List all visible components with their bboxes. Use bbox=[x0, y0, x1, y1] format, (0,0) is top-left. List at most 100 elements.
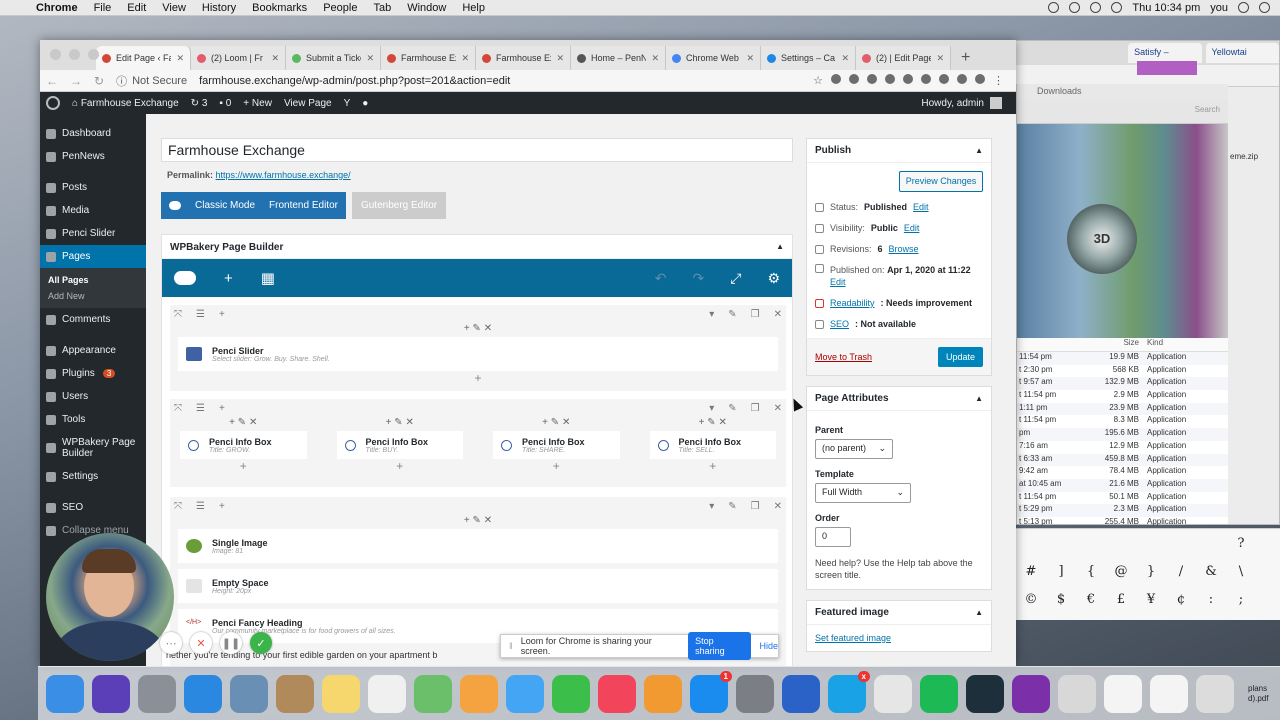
sidebar-item-seo[interactable]: SEO bbox=[40, 496, 146, 519]
row-add-icon[interactable]: + bbox=[219, 501, 225, 512]
sidebar-item-dashboard[interactable]: Dashboard bbox=[40, 122, 146, 145]
row-add-icon[interactable]: + bbox=[219, 403, 225, 414]
character-cell[interactable]: ¥ bbox=[1136, 585, 1166, 613]
character-cell[interactable]: \ bbox=[1226, 557, 1256, 585]
character-cell[interactable]: & bbox=[1196, 557, 1226, 585]
extension-icon[interactable] bbox=[957, 74, 967, 84]
safari-icon[interactable] bbox=[184, 674, 222, 713]
menu-file[interactable]: File bbox=[86, 2, 120, 14]
edit-status-link[interactable]: Edit bbox=[913, 201, 929, 213]
updates-count[interactable]: ↻ 3 bbox=[191, 98, 208, 109]
user-name[interactable]: you bbox=[1210, 2, 1228, 14]
preview-changes-button[interactable]: Preview Changes bbox=[899, 171, 983, 192]
menu-people[interactable]: People bbox=[315, 2, 365, 14]
extension-icon[interactable] bbox=[885, 74, 895, 84]
siri-icon[interactable] bbox=[92, 674, 130, 713]
chrome-icon[interactable] bbox=[874, 674, 912, 713]
redo-icon[interactable]: ↷ bbox=[693, 270, 705, 287]
skype-icon[interactable]: x bbox=[828, 670, 870, 713]
extension-icon[interactable] bbox=[903, 74, 913, 84]
preview-icon[interactable] bbox=[230, 674, 268, 713]
finder-icon[interactable] bbox=[46, 674, 84, 713]
sidebar-item-users[interactable]: Users bbox=[40, 385, 146, 408]
vpn-status-icon[interactable] bbox=[1048, 2, 1060, 13]
row-layout-icon[interactable]: ☰ bbox=[196, 403, 205, 414]
element-penci-slider[interactable]: Penci Slider Select slider: Grow. Buy. Sh… bbox=[178, 337, 778, 371]
yoast-icon[interactable]: Y bbox=[344, 98, 351, 109]
character-cell[interactable]: / bbox=[1166, 557, 1196, 585]
sidebar-item-wpbakery[interactable]: WPBakery Page Builder bbox=[40, 431, 146, 465]
row-toggle-icon[interactable]: ▾ bbox=[709, 501, 714, 512]
row-delete-icon[interactable]: ✕ bbox=[774, 501, 782, 512]
row-clone-icon[interactable]: ❐ bbox=[751, 403, 760, 414]
spotify-icon[interactable] bbox=[920, 674, 958, 713]
browser-tab[interactable]: Farmhouse Ex ✕ bbox=[381, 46, 476, 70]
bg-tab-satisfy[interactable]: Satisfy – bbox=[1128, 43, 1202, 63]
close-tab-icon[interactable]: ✕ bbox=[271, 53, 279, 64]
element-penci-info-box[interactable]: Penci Info Box Title: SELL. bbox=[649, 431, 776, 459]
notes-icon[interactable] bbox=[322, 674, 360, 713]
element-single-image[interactable]: Single Image Image: 81 bbox=[178, 529, 778, 563]
browser-tab[interactable]: Submit a Ticke ✕ bbox=[286, 46, 381, 70]
menu-app-name[interactable]: Chrome bbox=[28, 2, 86, 14]
sidebar-item-penci-slider[interactable]: Penci Slider bbox=[40, 222, 146, 245]
books-icon[interactable] bbox=[644, 674, 682, 713]
column-controls[interactable]: + ✎ ✕ bbox=[176, 417, 311, 431]
bg-tab-yellowtail[interactable]: Yellowtai bbox=[1205, 43, 1279, 63]
row-edit-icon[interactable]: ✎ bbox=[728, 501, 736, 512]
reload-icon[interactable]: ↻ bbox=[94, 74, 104, 88]
comments-count[interactable]: ▪ 0 bbox=[219, 98, 231, 109]
column-controls[interactable]: + ✎ ✕ bbox=[333, 417, 468, 431]
browser-tab[interactable]: (2) | Edit Page ✕ bbox=[856, 46, 951, 70]
character-cell[interactable]: $ bbox=[1046, 585, 1076, 613]
character-cell[interactable]: @ bbox=[1106, 557, 1136, 585]
move-to-trash-link[interactable]: Move to Trash bbox=[815, 352, 872, 362]
finder-row[interactable]: at 10:45 am 21.6 MB Application bbox=[1017, 478, 1228, 492]
minimize-window-icon[interactable] bbox=[69, 49, 80, 60]
character-cell[interactable] bbox=[1016, 529, 1046, 557]
finder-row[interactable]: t 2:30 pm 568 KB Application bbox=[1017, 365, 1228, 378]
doc2-icon[interactable] bbox=[1150, 674, 1188, 713]
character-cell[interactable]: ¢ bbox=[1166, 585, 1196, 613]
fullscreen-icon[interactable]: ⤢ bbox=[730, 270, 741, 287]
col-size[interactable]: Size bbox=[1077, 338, 1147, 351]
parent-select[interactable]: (no parent) ⌄ bbox=[815, 439, 893, 459]
add-element-plus-icon[interactable]: + bbox=[333, 459, 468, 475]
dock-file-label[interactable]: plans d).pdf bbox=[1248, 684, 1268, 704]
add-element-plus-icon[interactable]: + bbox=[176, 459, 311, 475]
menu-tab[interactable]: Tab bbox=[365, 2, 399, 14]
finder-row[interactable]: 9:42 am 78.4 MB Application bbox=[1017, 466, 1228, 479]
back-icon[interactable]: ← bbox=[46, 74, 58, 88]
close-tab-icon[interactable]: ✕ bbox=[366, 53, 374, 64]
character-cell[interactable]: ? bbox=[1226, 529, 1256, 557]
row-clone-icon[interactable]: ❐ bbox=[751, 501, 760, 512]
sync-icon[interactable] bbox=[1069, 2, 1081, 13]
character-cell[interactable] bbox=[1196, 529, 1226, 557]
howdy-admin[interactable]: Howdy, admin bbox=[921, 98, 984, 109]
finder-row[interactable]: t 11:54 pm 50.1 MB Application bbox=[1017, 492, 1228, 505]
wpbakery-logo-icon[interactable] bbox=[174, 271, 196, 285]
close-tab-icon[interactable]: ✕ bbox=[936, 53, 944, 64]
new-tab-icon[interactable]: + bbox=[951, 49, 980, 70]
character-cell[interactable]: : bbox=[1196, 585, 1226, 613]
column-controls[interactable]: + ✎ ✕ bbox=[170, 323, 786, 337]
set-featured-image-link[interactable]: Set featured image bbox=[815, 633, 891, 643]
character-cell[interactable] bbox=[1136, 529, 1166, 557]
browser-tab[interactable]: Settings – Ca ✕ bbox=[761, 46, 856, 70]
messages-icon[interactable] bbox=[506, 674, 544, 713]
not-secure-label[interactable]: Not Secure bbox=[132, 75, 187, 87]
appstore-icon[interactable]: 1 bbox=[690, 670, 732, 713]
update-button[interactable]: Update bbox=[937, 347, 983, 367]
zoom-window-icon[interactable] bbox=[88, 49, 99, 60]
facetime-icon[interactable] bbox=[552, 674, 590, 713]
character-cell[interactable]: £ bbox=[1106, 585, 1136, 613]
edit-visibility-link[interactable]: Edit bbox=[904, 222, 920, 234]
cancel-recording-icon[interactable]: ✕ bbox=[190, 632, 212, 654]
drag-handle-icon[interactable]: ‖ bbox=[509, 641, 513, 651]
more-options-icon[interactable]: ⋯ bbox=[160, 632, 182, 654]
collapse-triangle-icon[interactable]: ▲ bbox=[975, 394, 983, 403]
printer-icon[interactable] bbox=[1058, 674, 1096, 713]
character-cell[interactable]: # bbox=[1016, 557, 1046, 585]
template-select[interactable]: Full Width ⌄ bbox=[815, 483, 911, 503]
row-toggle-icon[interactable]: ▾ bbox=[709, 309, 714, 320]
